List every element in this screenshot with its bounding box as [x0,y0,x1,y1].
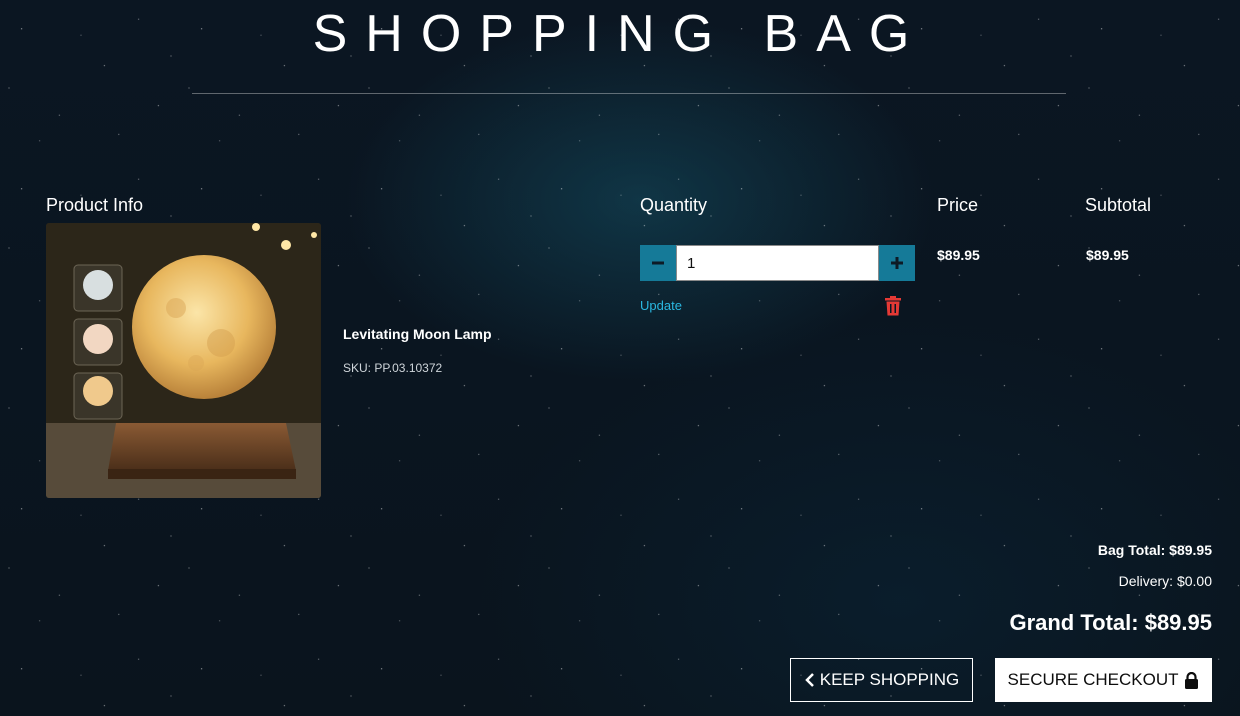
item-price: $89.95 [937,247,980,263]
lock-icon [1185,671,1199,689]
moon-lamp-illustration [46,223,321,498]
plus-icon [891,257,903,269]
keep-shopping-button[interactable]: KEEP SHOPPING [790,658,973,702]
item-subtotal: $89.95 [1086,247,1129,263]
title-divider [192,93,1066,94]
grand-total: Grand Total: $89.95 [1009,610,1212,635]
secure-checkout-label: SECURE CHECKOUT [1007,670,1179,689]
update-link[interactable]: Update [640,298,682,313]
minus-icon [652,261,664,265]
quantity-decrease-button[interactable] [640,245,676,281]
bag-total: Bag Total: $89.95 [1097,542,1212,558]
product-sku: SKU: PP.03.10372 [343,361,443,375]
header-quantity: Quantity [640,195,708,215]
page-title: SHOPPING BAG [312,5,928,63]
header-product-info: Product Info [46,195,144,215]
secure-checkout-button[interactable]: SECURE CHECKOUT [995,658,1212,702]
keep-shopping-label: KEEP SHOPPING [819,670,960,689]
trash-icon [885,296,901,316]
chevron-left-icon [804,673,814,687]
product-image[interactable] [46,223,321,498]
header-subtotal: Subtotal [1085,195,1152,215]
quantity-input[interactable] [676,245,879,281]
quantity-increase-button[interactable] [879,245,915,281]
header-price: Price [937,195,979,215]
remove-item-button[interactable] [884,296,902,316]
product-name[interactable]: Levitating Moon Lamp [343,326,492,342]
delivery-cost: Delivery: $0.00 [1118,573,1212,589]
